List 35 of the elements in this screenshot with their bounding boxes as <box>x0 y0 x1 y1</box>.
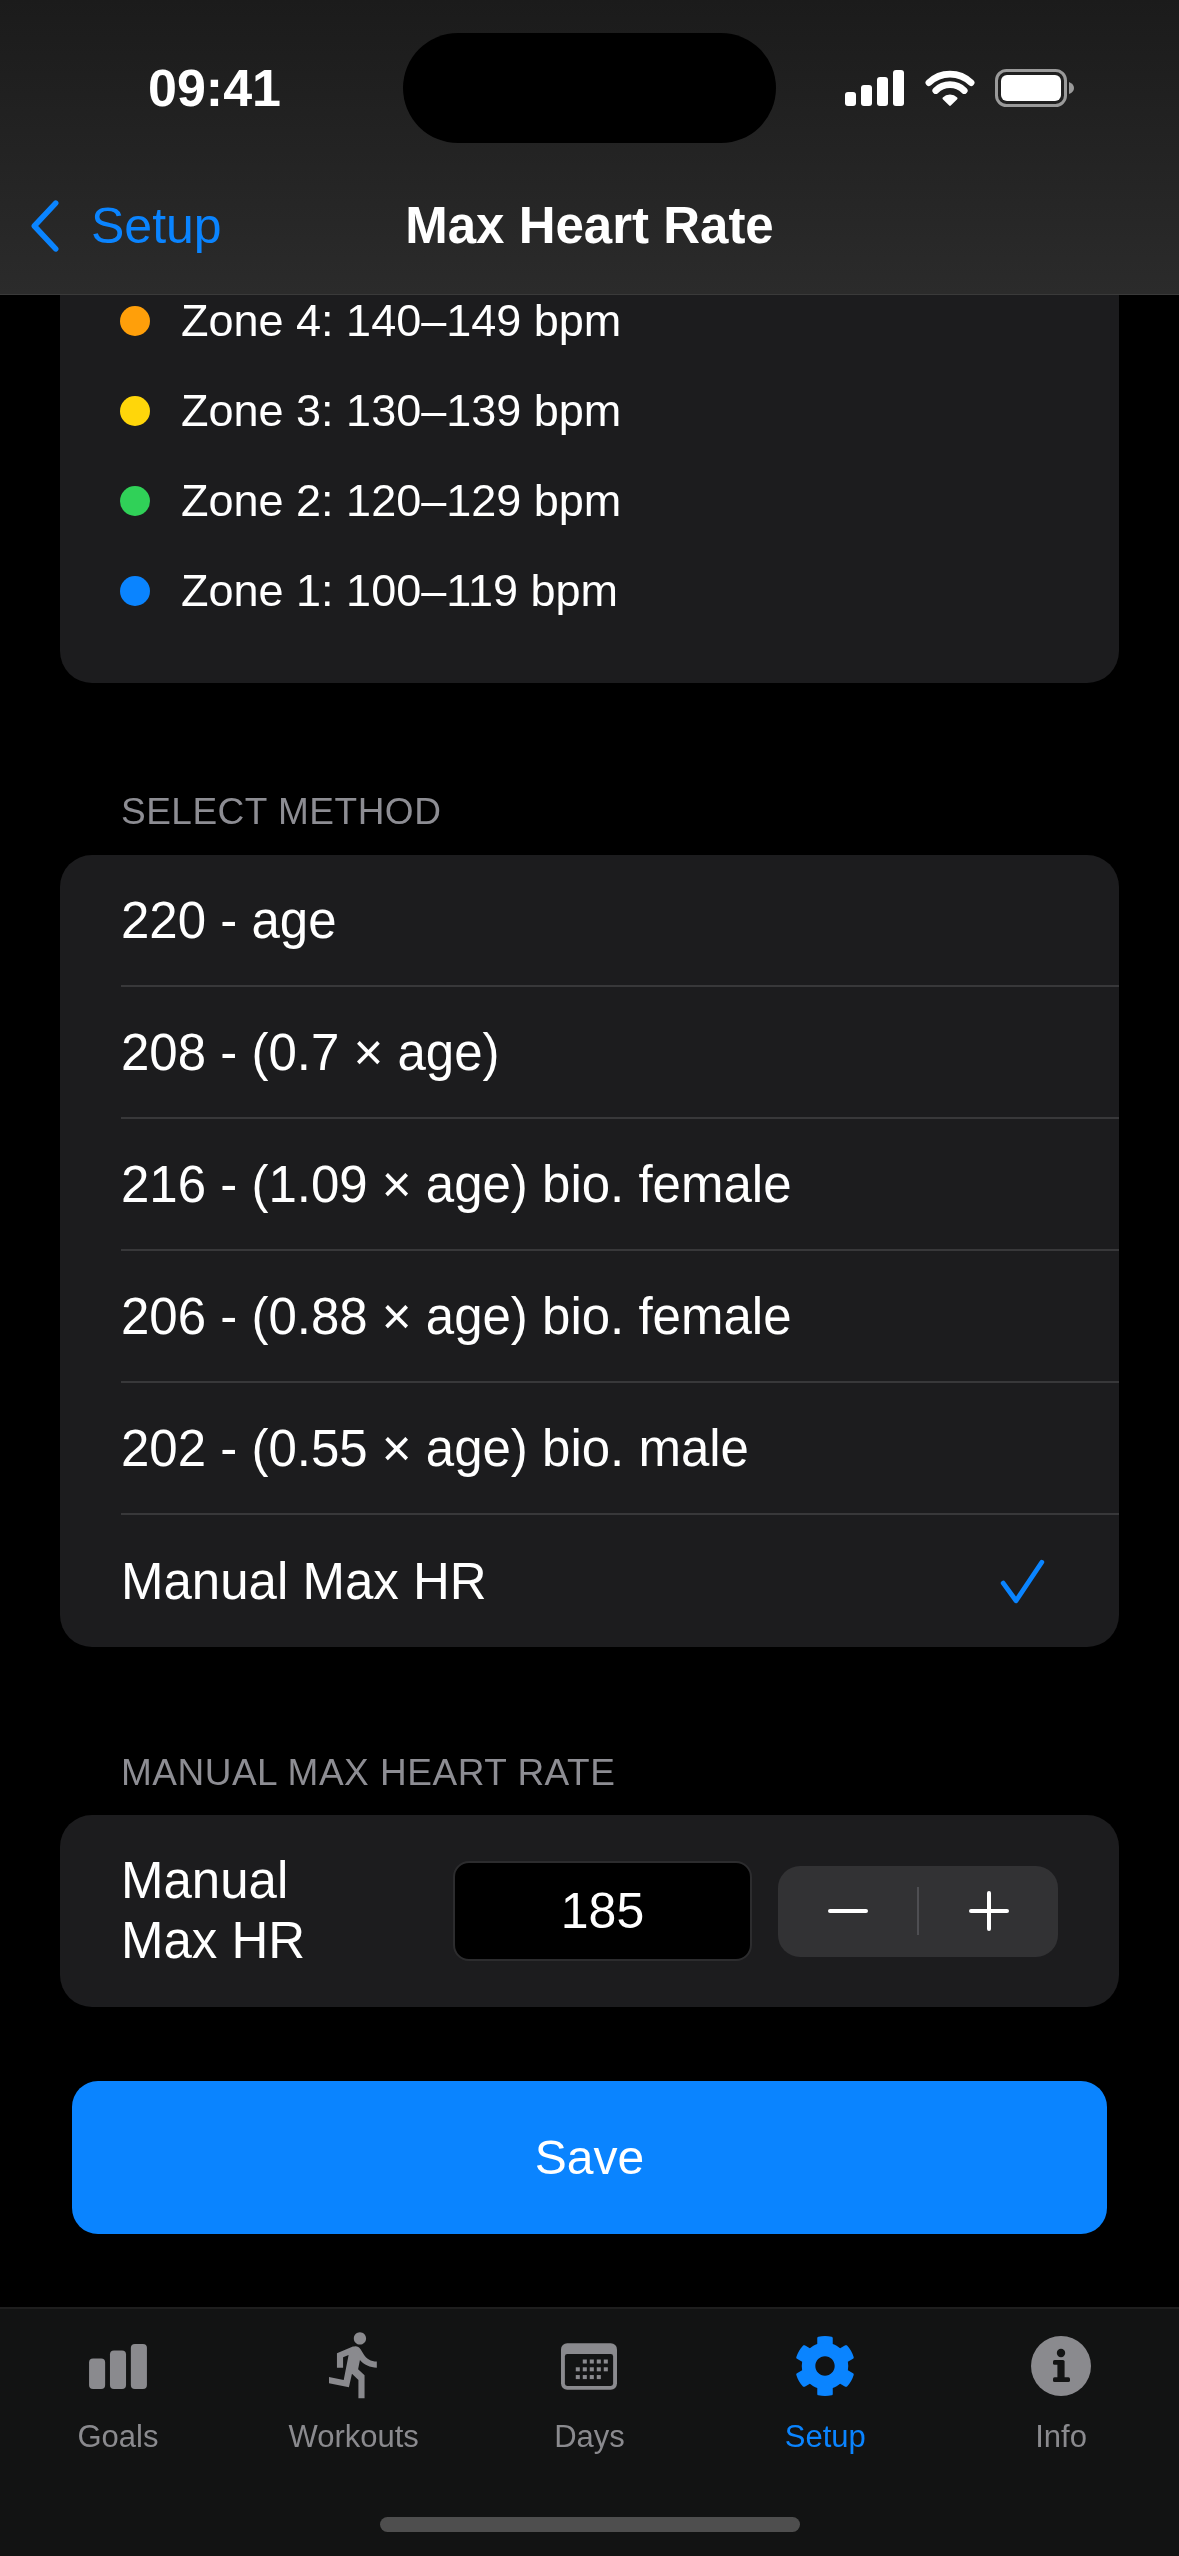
battery-icon <box>995 69 1075 107</box>
status-time: 09:41 <box>148 62 281 114</box>
zone-label: Zone 4: 140–149 bpm <box>181 295 622 347</box>
save-button[interactable]: Save <box>72 2081 1107 2234</box>
method-option[interactable]: 206 - (0.88 × age) bio. female <box>60 1251 1119 1383</box>
plus-icon <box>968 1891 1009 1931</box>
section-header: SELECT METHOD <box>121 790 442 834</box>
bar-chart-icon <box>88 2343 147 2389</box>
tab-item[interactable]: Info <box>943 2329 1179 2455</box>
zone-label: Zone 1: 100–119 bpm <box>181 565 618 617</box>
section-header: MANUAL MAX HEART RATE <box>121 1751 616 1795</box>
info-icon <box>1031 2336 1092 2396</box>
manual-max-label: Manual Max HR <box>121 1851 307 1971</box>
tab-item[interactable]: Days <box>471 2329 708 2455</box>
method-option[interactable]: 208 - (0.7 × age) <box>60 987 1119 1119</box>
wifi-icon <box>925 69 975 107</box>
page-title: Max Heart Rate <box>405 200 774 251</box>
method-option[interactable]: 202 - (0.55 × age) bio. male <box>60 1383 1119 1515</box>
chevron-left-icon <box>29 199 61 252</box>
zone-label: Zone 3: 130–139 bpm <box>181 385 622 437</box>
minus-icon <box>827 1909 868 1913</box>
back-button[interactable]: Setup <box>0 199 222 252</box>
running-figure-icon <box>328 2332 379 2400</box>
tab-item[interactable]: Setup <box>707 2329 944 2455</box>
tab-item[interactable]: Goals <box>0 2329 236 2455</box>
calendar-icon <box>561 2342 618 2390</box>
zone-label: Zone 2: 120–129 bpm <box>181 475 622 527</box>
max-hr-field[interactable]: 185 <box>453 1861 752 1961</box>
signal-icon <box>845 70 905 106</box>
checkmark-icon <box>1000 1558 1045 1604</box>
tab-item[interactable]: Workouts <box>235 2329 472 2455</box>
method-option[interactable]: 220 - age <box>60 855 1119 987</box>
method-option[interactable]: Manual Max HR <box>60 1515 1119 1647</box>
method-option[interactable]: 216 - (1.09 × age) bio. female <box>60 1119 1119 1251</box>
settings-icon <box>794 2335 857 2397</box>
